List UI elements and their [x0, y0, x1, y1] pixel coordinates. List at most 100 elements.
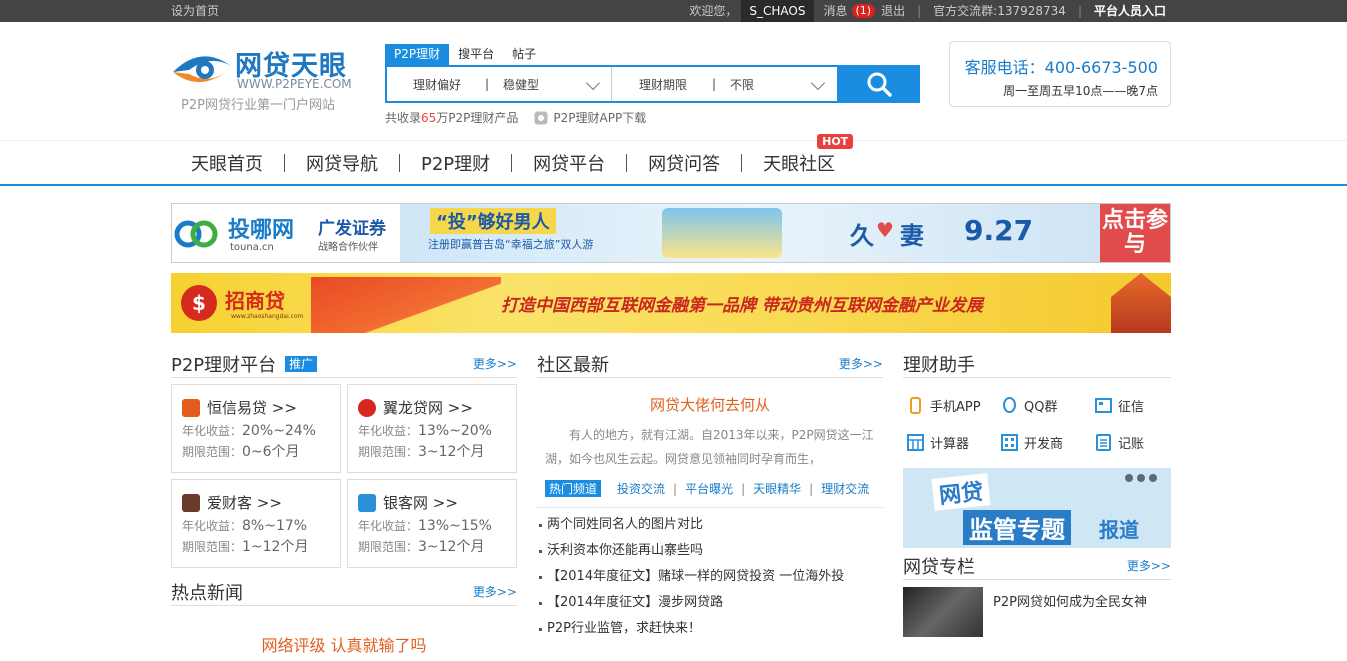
helper-developer[interactable]: 开发商 — [1001, 433, 1095, 452]
helper-credit[interactable]: 征信 — [1095, 396, 1175, 415]
nav-community[interactable]: 天眼社区 HOT — [763, 134, 854, 176]
platform-entry-link[interactable]: 平台人员入口 — [1094, 0, 1166, 22]
search-panel: P2P理财 搜平台 帖子 理财偏好 | 稳健型 理财期限 | 不限 共收录 65 万… — [385, 44, 920, 126]
community-header: 社区最新 更多>> — [537, 350, 883, 378]
platform-logo-icon — [182, 398, 200, 417]
list-item[interactable]: P2P行业监管，求赶快来！ — [537, 616, 883, 642]
helper-ledger[interactable]: 记账 — [1095, 433, 1175, 452]
messages-link[interactable]: 消息 — [824, 0, 848, 22]
tab-p2p-finance[interactable]: P2P理财 — [385, 44, 450, 65]
helper-calculator[interactable]: 计算器 — [907, 433, 1001, 452]
column-item-title: P2P网贷如何成为全民女神 — [993, 595, 1147, 610]
promo-banner-touna[interactable]: 投哪网 touna.cn 广发证券 战略合作伙伴 “投”够好男人 注册即赢普吉岛… — [171, 203, 1171, 263]
list-item[interactable]: 两个同姓同名人的图片对比 — [537, 512, 883, 538]
more-link[interactable]: 更多>> — [1127, 557, 1171, 574]
nav-p2p-finance[interactable]: P2P理财 — [421, 150, 490, 176]
tab-finance-exchange[interactable]: 理财交流 — [821, 480, 869, 497]
column-header: 网贷专栏 更多>> — [903, 552, 1171, 580]
nav-loan-qa[interactable]: 网贷问答 — [648, 150, 720, 176]
platform-card[interactable]: 翼龙贷网 >> 年化收益：13%~20% 期限范围：3~12个月 — [347, 384, 517, 473]
list-item[interactable]: 【2014年度征文】漫步网贷路 — [537, 590, 883, 616]
nav-home[interactable]: 天眼首页 — [191, 150, 263, 176]
more-link[interactable]: 更多>> — [839, 355, 883, 372]
product-count: 65 — [421, 110, 437, 125]
calculator-icon — [907, 434, 924, 451]
section-title: 热点新闻 — [171, 582, 243, 604]
section-title: 社区最新 — [537, 354, 609, 376]
touna-url: touna.cn — [230, 242, 274, 253]
search-button[interactable] — [837, 65, 920, 103]
hot-news-headline[interactable]: 网络评级 认真就输了吗 — [171, 632, 517, 656]
qq-group-text: 官方交流群:137928734 — [933, 4, 1066, 18]
platform-card[interactable]: 爱财客 >> 年化收益：8%~17% 期限范围：1~12个月 — [171, 479, 341, 568]
nav-loan-guide[interactable]: 网贷导航 — [306, 150, 378, 176]
zsd-url: www.zhaoshangdai.com — [231, 313, 304, 320]
tab-posts[interactable]: 帖子 — [503, 44, 545, 65]
helper-header: 理财助手 — [903, 350, 1171, 378]
helper-qq-group[interactable]: QQ群 — [1001, 396, 1095, 415]
section-title: P2P理财平台 — [171, 354, 277, 376]
list-item[interactable]: 【2014年度征文】赌球一样的网贷投资 一位海外投 — [537, 564, 883, 590]
site-logo[interactable]: 网贷天眼 WWW.P2PEYE.COM P2P网贷行业第一门户网站 — [171, 44, 361, 114]
app-download-link[interactable]: P2P理财APP下载 — [534, 109, 646, 126]
preference-select[interactable]: 稳健型 — [503, 76, 539, 93]
search-tabs: P2P理财 搜平台 帖子 — [385, 44, 920, 65]
chevron-down-icon[interactable] — [585, 75, 601, 91]
tab-platform-exposure[interactable]: 平台曝光 — [685, 480, 733, 497]
search-subline: 共收录 65 万P2P理财产品 P2P理财APP下载 — [385, 109, 647, 126]
message-count-badge: (1) — [851, 4, 876, 18]
channel-tabs: 热门频道 投资交流 | 平台曝光 | 天眼精华 | 理财交流 — [537, 480, 883, 508]
chevron-down-icon[interactable] — [810, 75, 826, 91]
eye-logo-icon — [173, 56, 231, 83]
zsd-slogan: 打造中国西部互联网金融第一品牌 带动贵州互联网金融产业发展 — [501, 296, 983, 316]
ledger-icon — [1096, 434, 1111, 451]
qq-icon — [1003, 397, 1016, 413]
search-icon — [867, 72, 892, 97]
platform-logo-icon — [182, 493, 200, 512]
column-item[interactable]: P2P网贷如何成为全民女神 — [903, 587, 1171, 637]
tab-investment[interactable]: 投资交流 — [617, 480, 665, 497]
featured-post-desc: 有人的地方，就有江湖。自2013年以来，P2P网贷这一江湖，如今也风生云起。网贷… — [545, 428, 874, 466]
more-link[interactable]: 更多>> — [473, 583, 517, 600]
platform-card[interactable]: 银客网 >> 年化收益：13%~15% 期限范围：3~12个月 — [347, 479, 517, 568]
main-nav: 天眼首页 网贷导航 P2P理财 网贷平台 网贷问答 天眼社区 HOT — [0, 134, 1347, 186]
nav-loan-platforms[interactable]: 网贷平台 — [533, 150, 605, 176]
featured-post-title[interactable]: 网贷大佬何去何从 — [537, 394, 883, 415]
click-join-button[interactable]: 点击参与 — [1100, 204, 1170, 262]
special-text-2: 监管专题 — [963, 510, 1071, 545]
platform-card[interactable]: 恒信易贷 >> 年化收益：20%~24% 期限范围：0~6个月 — [171, 384, 341, 473]
platform-grid: 恒信易贷 >> 年化收益：20%~24% 期限范围：0~6个月 翼龙贷网 >> … — [171, 384, 517, 568]
zsd-brand: 招商贷 — [225, 289, 285, 313]
platform-logo-icon — [358, 398, 376, 417]
term-select[interactable]: 不限 — [730, 76, 754, 93]
campaign-date: 9.27 — [964, 214, 1034, 247]
customer-service-box: 客服电话：400-6673-500 周一至周五早10点——晚7点 — [949, 41, 1171, 107]
tab-essence[interactable]: 天眼精华 — [753, 480, 801, 497]
list-item[interactable]: 沃利资本你还能再山寨些吗 — [537, 538, 883, 564]
special-text-1: 网贷 — [931, 473, 991, 511]
tab-hot-channel[interactable]: 热门频道 — [545, 480, 602, 497]
tab-search-platform[interactable]: 搜平台 — [449, 44, 503, 65]
svg-text:$: $ — [192, 291, 206, 315]
logo-slogan: P2P网贷行业第一门户网站 — [181, 98, 335, 113]
carousel-dots[interactable] — [1125, 474, 1161, 482]
flags-illustration — [311, 277, 501, 333]
regulation-special-banner[interactable]: 网贷 监管专题 报道 — [903, 468, 1171, 548]
set-home-link[interactable]: 设为首页 — [171, 0, 219, 22]
heart-icon: ♥ — [876, 218, 894, 242]
term-label: 理财期限 — [639, 77, 688, 92]
helper-mobile-app[interactable]: 手机APP — [907, 396, 1001, 415]
developer-icon — [1001, 434, 1018, 451]
hot-badge: HOT — [817, 134, 854, 149]
logout-link[interactable]: 退出 — [881, 0, 905, 22]
more-link[interactable]: 更多>> — [473, 355, 517, 372]
promo-banner-zhaoshangdai[interactable]: $ 招商贷 www.zhaoshangdai.com 打造中国西部互联网金融第一… — [171, 273, 1171, 333]
partner-name: 广发证券 — [318, 219, 386, 239]
zhaoshangdai-logo-icon: $ — [181, 285, 217, 321]
username-link[interactable]: S_CHAOS — [741, 0, 814, 22]
credit-icon — [1095, 398, 1112, 413]
right-column: 理财助手 手机APP QQ群 征信 计算器 开发商 记账 网贷 监管专题 报道 … — [903, 350, 1171, 656]
preference-label: 理财偏好 — [413, 77, 462, 92]
partner-sub: 战略合作伙伴 — [318, 242, 378, 253]
header: 网贷天眼 WWW.P2PEYE.COM P2P网贷行业第一门户网站 P2P理财 … — [171, 22, 1171, 140]
